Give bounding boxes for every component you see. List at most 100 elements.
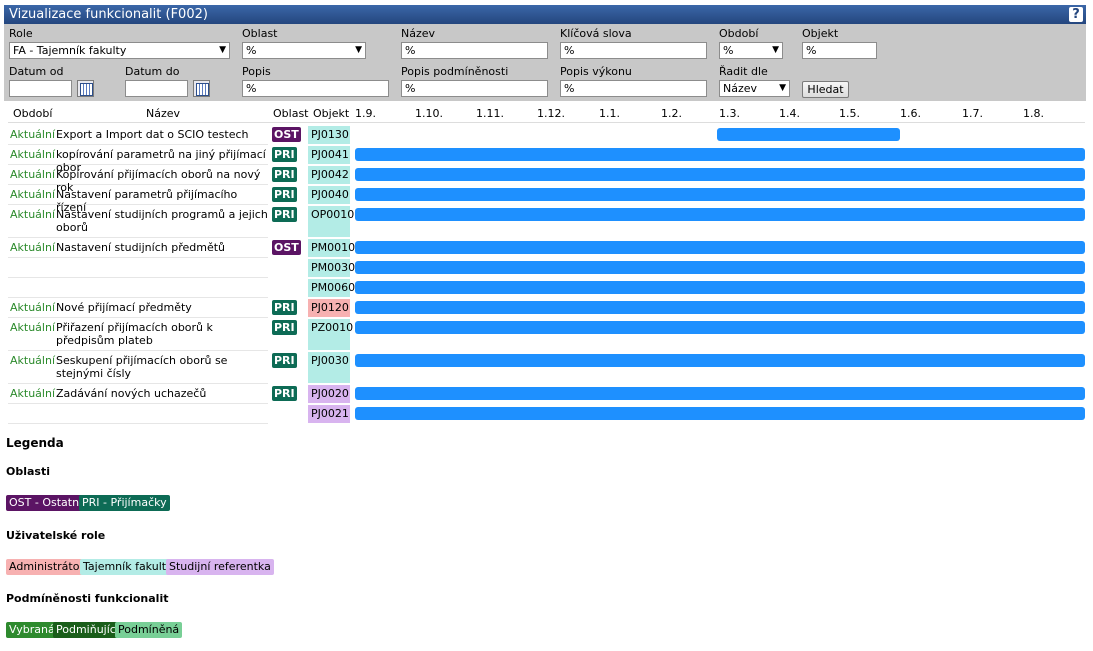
timeline-bar[interactable]	[355, 387, 1085, 400]
month-label: 1.5.	[839, 107, 860, 120]
timeline-bar[interactable]	[355, 261, 1085, 274]
object-code[interactable]: PJ0120	[308, 299, 350, 317]
month-label: 1.2.	[661, 107, 682, 120]
month-label: 1.10.	[415, 107, 443, 120]
header-oblast[interactable]: Oblast	[273, 107, 308, 120]
area-badge: PRI	[272, 187, 297, 202]
table-row[interactable]: Aktuální Nastavení parametrů přijímacího …	[8, 185, 1085, 214]
row-period: Aktuální	[10, 188, 56, 201]
calendar-icon[interactable]	[77, 80, 94, 97]
objekt-label: Objekt	[802, 27, 839, 40]
area-badge: PRI	[272, 300, 297, 315]
object-code[interactable]: PM0060	[308, 279, 355, 297]
row-period: Aktuální	[10, 208, 56, 221]
timeline-bar[interactable]	[355, 148, 1085, 161]
header-nazev[interactable]: Název	[146, 107, 180, 120]
area-badge: PRI	[272, 147, 297, 162]
month-label: 1.1.	[599, 107, 620, 120]
objekt-input[interactable]: %	[802, 42, 877, 59]
obdobi-select-value: %	[723, 44, 734, 57]
timeline-bar[interactable]	[355, 208, 1085, 221]
timeline-bar[interactable]	[717, 128, 900, 141]
object-code[interactable]: PZ0010	[308, 319, 353, 350]
timeline-bar[interactable]	[355, 301, 1085, 314]
row-period: Aktuální	[10, 148, 56, 161]
chevron-down-icon: ▼	[772, 45, 779, 55]
month-label: 1.11.	[476, 107, 504, 120]
obdobi-select[interactable]: % ▼	[719, 42, 783, 59]
table-row[interactable]: Aktuální kopírování parametrů na jiný při…	[8, 145, 1085, 174]
window-title-bar: Vizualizace funkcionalit (F002) ?	[4, 5, 1086, 24]
month-label: 1.4.	[779, 107, 800, 120]
nazev-input[interactable]: %	[401, 42, 548, 59]
chevron-down-icon: ▼	[219, 45, 226, 55]
month-label: 1.7.	[962, 107, 983, 120]
role-select[interactable]: FA - Tajemník fakulty ▼	[9, 42, 230, 59]
popis-podminenosti-input[interactable]: %	[401, 80, 548, 97]
row-period: Aktuální	[10, 241, 56, 254]
timeline-bar[interactable]	[355, 354, 1085, 367]
object-code[interactable]: PJ0041	[308, 146, 350, 164]
timeline-bar[interactable]	[355, 407, 1085, 420]
table-row[interactable]: Aktuální Zadávání nových uchazečů PRI PJ002…	[8, 384, 1085, 404]
role-select-value: FA - Tajemník fakulty	[13, 44, 127, 57]
header-obdobi[interactable]: Období	[13, 107, 52, 120]
row-name[interactable]: Export a Import dat o SCIO testech	[56, 128, 268, 141]
object-code[interactable]: PJ0020	[308, 385, 350, 403]
object-code[interactable]: PJ0042	[308, 166, 350, 184]
radit-dle-select[interactable]: Název ▼	[719, 80, 790, 97]
row-period: Aktuální	[10, 301, 56, 314]
oblast-label: Oblast	[242, 27, 278, 40]
object-code[interactable]: PJ0040	[308, 186, 350, 204]
legend-roles-title: Uživatelské role	[6, 529, 106, 542]
month-label: 1.3.	[719, 107, 740, 120]
oblast-select[interactable]: % ▼	[242, 42, 366, 59]
legend-cond-podminujici: Podmiňující	[53, 622, 122, 638]
timeline-bar[interactable]	[355, 321, 1085, 334]
datum-do-label: Datum do	[125, 65, 180, 78]
datum-od-input[interactable]	[9, 80, 72, 97]
row-name[interactable]: Přiřazení přijímacích oborů k předpisům …	[56, 321, 268, 347]
timeline-bar[interactable]	[355, 241, 1085, 254]
calendar-icon[interactable]	[193, 80, 210, 97]
row-name[interactable]: Zadávání nových uchazečů	[56, 387, 268, 400]
datum-do-input[interactable]	[125, 80, 188, 97]
table-row[interactable]: PJ0021	[8, 404, 1085, 424]
timeline-bar[interactable]	[355, 168, 1085, 181]
popis-vykonu-input[interactable]: %	[560, 80, 707, 97]
popis-input[interactable]: %	[242, 80, 389, 97]
object-code[interactable]: PM0010	[308, 239, 355, 257]
table-row[interactable]: Aktuální Export a Import dat o SCIO teste…	[8, 125, 1085, 145]
row-name[interactable]: Seskupení přijímacích oborů se stejnými …	[56, 354, 268, 380]
object-code[interactable]: PJ0021	[308, 405, 350, 423]
table-row[interactable]: Aktuální Kopírování přijímacích oborů na …	[8, 165, 1085, 194]
table-row[interactable]: Aktuální Nastavení studijních programů a …	[8, 205, 1085, 238]
oblast-select-value: %	[246, 44, 257, 57]
role-label: Role	[9, 27, 33, 40]
klicova-slova-input[interactable]: %	[560, 42, 707, 59]
table-row[interactable]: Aktuální Nové přijímací předměty PRI PJ0120	[8, 298, 1085, 318]
row-name[interactable]: Nové přijímací předměty	[56, 301, 268, 314]
table-row[interactable]: Aktuální Seskupení přijímacích oborů se s…	[8, 351, 1085, 384]
timeline-bar[interactable]	[355, 281, 1085, 294]
object-code[interactable]: PJ0130	[308, 126, 350, 144]
table-row[interactable]: Aktuální Nastavení studijních předmětů OST…	[8, 238, 1085, 258]
object-code[interactable]: PJ0030	[308, 352, 350, 383]
header-objekt[interactable]: Objekt	[313, 107, 349, 120]
row-name[interactable]: Nastavení studijních předmětů	[56, 241, 268, 254]
help-button[interactable]: ?	[1069, 7, 1083, 22]
timeline-bar[interactable]	[355, 188, 1085, 201]
row-name[interactable]: Nastavení studijních programů a jejich o…	[56, 208, 268, 234]
table-row[interactable]: Aktuální Přiřazení přijímacích oborů k př…	[8, 318, 1085, 351]
popis-vykonu-label: Popis výkonu	[560, 65, 632, 78]
object-code[interactable]: PM0030	[308, 259, 355, 277]
search-button[interactable]: Hledat	[802, 81, 849, 98]
obdobi-label: Období	[719, 27, 759, 40]
object-code[interactable]: OP0010	[308, 206, 354, 237]
table-row[interactable]: PM0030	[8, 258, 1085, 278]
legend-cond-podminena: Podmíněná	[115, 622, 183, 638]
legend-areas-title: Oblasti	[6, 465, 50, 478]
legend-role-admin: Administrátor	[6, 559, 87, 575]
nazev-label: Název	[401, 27, 436, 40]
table-row[interactable]: PM0060	[8, 278, 1085, 298]
